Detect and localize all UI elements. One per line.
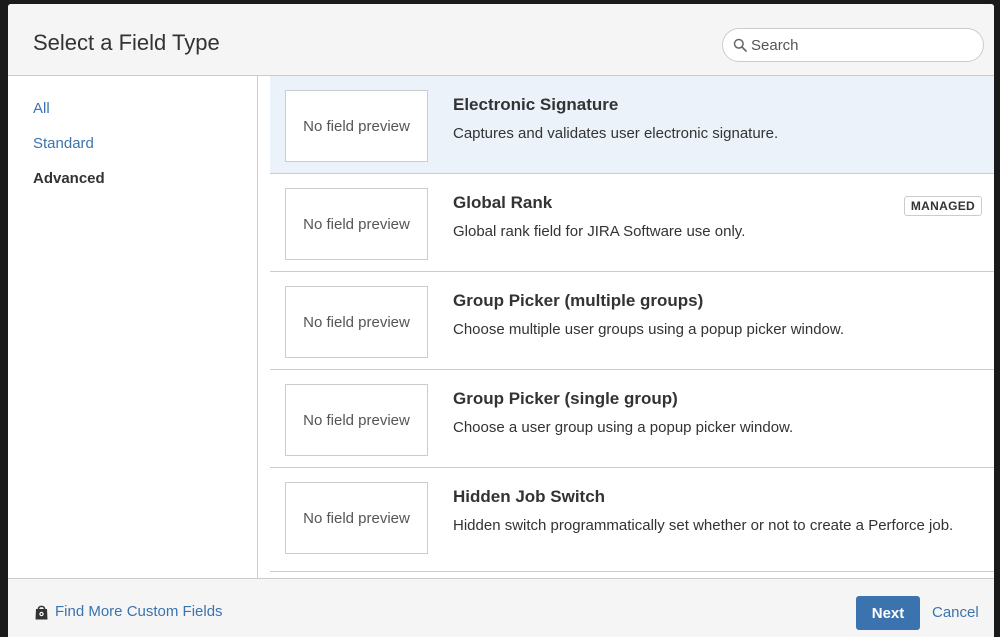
field-preview: No field preview	[285, 286, 428, 358]
field-title: Group Picker (multiple groups)	[453, 291, 704, 310]
dialog-title: Select a Field Type	[33, 30, 220, 55]
field-title: Global Rank	[453, 193, 553, 212]
sidebar-item-standard[interactable]: Standard	[33, 135, 94, 152]
field-description: Global rank field for JIRA Software use …	[453, 223, 746, 240]
field-preview: No field preview	[285, 188, 428, 260]
field-preview: No field preview	[285, 384, 428, 456]
search-icon	[733, 38, 747, 52]
sidebar-item-all[interactable]: All	[33, 100, 50, 117]
cancel-button[interactable]: Cancel	[932, 604, 979, 621]
field-row-electronic-signature[interactable]: No field preview Electronic Signature Ca…	[270, 76, 994, 174]
field-preview: No field preview	[285, 482, 428, 554]
dialog-header: Select a Field Type	[8, 4, 994, 76]
search-box[interactable]	[722, 28, 984, 62]
search-input[interactable]	[751, 35, 971, 55]
field-row-group-picker-multiple[interactable]: No field preview Group Picker (multiple …	[270, 272, 994, 370]
marketplace-bag-icon	[35, 605, 48, 619]
field-description: Hidden switch programmatically set wheth…	[453, 517, 954, 534]
field-title: Electronic Signature	[453, 95, 619, 114]
field-row-hidden-job-switch[interactable]: No field preview Hidden Job Switch Hidde…	[270, 468, 994, 572]
field-description: Choose a user group using a popup picker…	[453, 419, 794, 436]
field-title: Group Picker (single group)	[453, 389, 678, 408]
find-more-custom-fields-label: Find More Custom Fields	[55, 603, 223, 620]
next-button[interactable]: Next	[856, 596, 920, 630]
field-description: Choose multiple user groups using a popu…	[453, 321, 845, 338]
field-preview: No field preview	[285, 90, 428, 162]
sidebar-item-advanced[interactable]: Advanced	[33, 170, 105, 187]
dialog-footer: Find More Custom Fields Next Cancel	[8, 578, 994, 637]
find-more-custom-fields-link[interactable]: Find More Custom Fields	[35, 603, 223, 620]
category-sidebar: All Standard Advanced	[8, 76, 258, 578]
field-title: Hidden Job Switch	[453, 487, 606, 506]
select-field-type-dialog: Select a Field Type All Standard Advance…	[8, 4, 994, 637]
field-description: Captures and validates user electronic s…	[453, 125, 779, 142]
field-row-group-picker-single[interactable]: No field preview Group Picker (single gr…	[270, 370, 994, 468]
field-type-list: No field preview Electronic Signature Ca…	[270, 76, 994, 578]
field-row-global-rank[interactable]: No field preview Global Rank MANAGED Glo…	[270, 174, 994, 272]
managed-badge: MANAGED	[903, 196, 982, 216]
